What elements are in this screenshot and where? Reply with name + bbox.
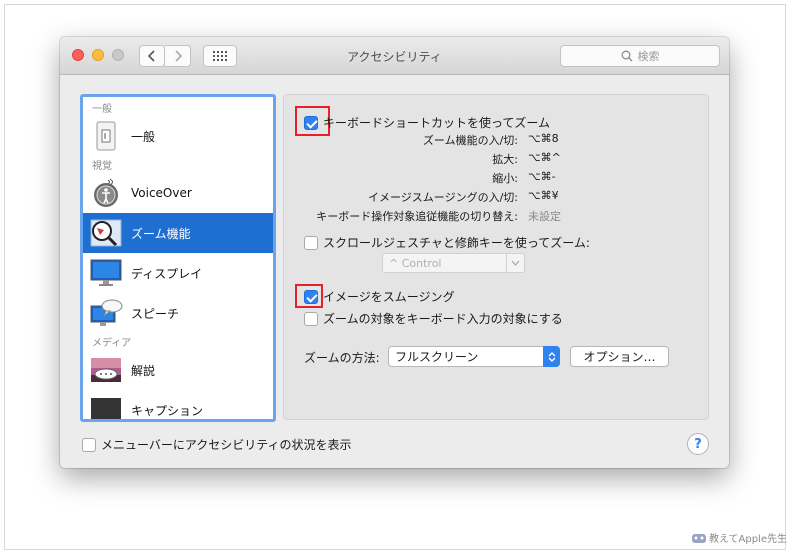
title-bar: アクセシビリティ 検索	[60, 37, 729, 75]
captions-icon	[89, 395, 123, 419]
sidebar-item-label: ズーム機能	[131, 226, 191, 241]
zoom-style-label: ズームの方法:	[304, 351, 380, 365]
scroll-gesture-label: スクロールジェスチャと修飾キーを使ってズーム:	[323, 236, 590, 250]
modifier-key-select[interactable]: ^ Control	[382, 253, 525, 273]
follow-focus-checkbox[interactable]	[304, 311, 318, 326]
zoom-style-value: フルスクリーン	[395, 350, 479, 364]
follow-focus-option[interactable]: ズームの対象をキーボード入力の対象にする	[304, 310, 563, 327]
sidebar-item-voiceover[interactable]: VoiceOver	[83, 173, 273, 213]
show-in-menubar-option[interactable]: メニューバーにアクセシビリティの状況を表示	[82, 436, 352, 453]
search-placeholder: 検索	[637, 50, 660, 63]
show-in-menubar-label: メニューバーにアクセシビリティの状況を表示	[101, 438, 352, 452]
shortcut-value: ⌥⌘-	[528, 170, 556, 183]
sidebar-item-general[interactable]: 一般	[83, 116, 273, 156]
scroll-gesture-option[interactable]: スクロールジェスチャと修飾キーを使ってズーム:	[304, 234, 590, 251]
zoom-magnifier-icon	[89, 218, 123, 248]
shortcut-label: 拡大:	[492, 153, 518, 166]
sidebar-item-descriptions[interactable]: 解説	[83, 350, 273, 390]
help-button[interactable]: ?	[687, 433, 709, 455]
shortcut-label: 縮小:	[492, 172, 518, 185]
sidebar-item-label: 解説	[131, 363, 156, 378]
shortcut-label: イメージスムージングの入/切:	[368, 191, 518, 204]
sidebar-item-speech[interactable]: スピーチ	[83, 293, 273, 333]
show-in-menubar-checkbox[interactable]	[82, 437, 96, 452]
watermark-logo-icon	[692, 533, 706, 543]
follow-focus-label: ズームの対象をキーボード入力の対象にする	[323, 312, 563, 326]
smooth-images-label: イメージをスムージング	[323, 290, 455, 304]
keyboard-shortcuts-option[interactable]: キーボードショートカットを使ってズーム	[304, 114, 550, 131]
shortcut-value: ⌥⌘8	[528, 132, 559, 145]
updown-arrows-icon	[543, 346, 560, 367]
sidebar-item-captions[interactable]: キャプション	[83, 390, 273, 419]
voiceover-icon	[89, 178, 123, 208]
sidebar-item-label: キャプション	[131, 403, 204, 418]
sidebar-item-label: ディスプレイ	[131, 266, 203, 281]
shortcut-label: キーボード操作対象追従機能の切り替え:	[316, 210, 518, 223]
sidebar-item-label: VoiceOver	[131, 186, 192, 200]
keyboard-shortcuts-label: キーボードショートカットを使ってズーム	[323, 116, 551, 130]
chevron-down-icon	[506, 254, 524, 272]
options-button[interactable]: オプション…	[570, 346, 669, 367]
sidebar-list[interactable]: 一般 一般 視覚 VoiceOver ズーム機能 ディスプレイ スピーチ メディ…	[80, 94, 276, 422]
keyboard-shortcuts-checkbox[interactable]	[304, 115, 318, 130]
preferences-window: アクセシビリティ 検索 一般 一般 視覚 VoiceOver ズーム機能 ディス…	[60, 37, 729, 468]
shortcut-value: ⌥⌘^	[528, 151, 561, 164]
watermark-text: 教えてApple先生	[709, 534, 787, 545]
sidebar-item-label: 一般	[131, 129, 156, 144]
modifier-key-value: ^ Control	[389, 256, 442, 270]
speech-icon	[89, 298, 123, 328]
shortcut-value: ⌥⌘¥	[528, 189, 559, 202]
watermark: 教えてApple先生	[692, 530, 787, 545]
descriptions-icon	[89, 355, 123, 385]
search-field[interactable]: 検索	[560, 45, 720, 67]
sidebar-category-general: 一般	[92, 104, 112, 115]
general-switch-icon	[89, 121, 123, 151]
search-icon	[621, 50, 632, 62]
shortcut-label: ズーム機能の入/切:	[422, 134, 518, 147]
zoom-style-popup[interactable]: フルスクリーン	[388, 346, 560, 367]
smooth-images-checkbox[interactable]	[304, 289, 318, 304]
sidebar-item-display[interactable]: ディスプレイ	[83, 253, 273, 293]
scroll-gesture-checkbox[interactable]	[304, 235, 318, 250]
sidebar-item-zoom[interactable]: ズーム機能	[83, 213, 273, 253]
sidebar-category-media: メディア	[92, 338, 132, 349]
display-icon	[89, 258, 123, 288]
zoom-settings-pane: キーボードショートカットを使ってズーム ズーム機能の入/切: ⌥⌘8 拡大: ⌥…	[283, 94, 709, 420]
smooth-images-option[interactable]: イメージをスムージング	[304, 288, 455, 305]
shortcut-value: 未設定	[528, 210, 561, 223]
sidebar-item-label: スピーチ	[131, 306, 180, 321]
sidebar-category-vision: 視覚	[92, 161, 112, 172]
